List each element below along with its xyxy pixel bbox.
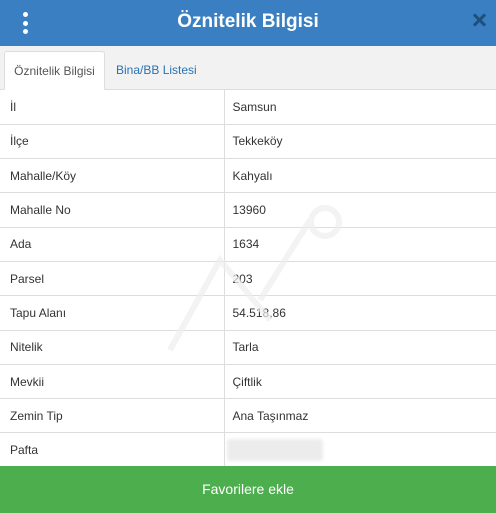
add-to-favorites-button[interactable]: Favorilere ekle xyxy=(0,466,496,513)
attribute-value: Tarla xyxy=(232,340,259,355)
tab-oznitelik-bilgisi[interactable]: Öznitelik Bilgisi xyxy=(4,51,105,90)
table-row: Pafta xyxy=(0,432,496,468)
redacted-value-blur xyxy=(226,439,323,462)
attribute-key: Parsel xyxy=(0,261,225,296)
attribute-value: Kahyalı xyxy=(232,168,273,183)
attribute-key: Nitelik xyxy=(0,330,225,365)
table-row: Mahalle/Köy Kahyalı xyxy=(0,158,496,193)
page-title: Öznitelik Bilgisi xyxy=(177,11,319,32)
attribute-key: Mevkii xyxy=(0,364,225,399)
table-row: Mahalle No 13960 xyxy=(0,192,496,228)
tab-bar: Öznitelik Bilgisi Bina/BB Listesi xyxy=(0,46,496,90)
attribute-key: İl xyxy=(0,90,225,125)
attribute-key: Mahalle No xyxy=(0,192,225,228)
table-row: Zemin Tip Ana Taşınmaz xyxy=(0,398,496,433)
attribute-value: 13960 xyxy=(232,203,266,218)
table-row: Parsel 203 xyxy=(0,261,496,296)
attribute-key: Mahalle/Köy xyxy=(0,158,225,193)
attribute-value: 1634 xyxy=(232,237,260,252)
table-row: İl Samsun xyxy=(0,90,496,125)
attribute-value: Tekkeköy xyxy=(232,134,283,149)
attribute-value: Çiftlik xyxy=(232,374,262,389)
attribute-value: 203 xyxy=(232,271,253,286)
attribute-value-redacted xyxy=(224,433,496,467)
header-bar: Öznitelik Bilgisi xyxy=(0,0,496,46)
attribute-value: 54.518,86 xyxy=(232,305,286,320)
attribute-key: Ada xyxy=(0,227,225,262)
table-row: Tapu Alanı 54.518,86 xyxy=(0,295,496,331)
table-row: Nitelik Tarla xyxy=(0,330,496,365)
table-row: Mevkii Çiftlik xyxy=(0,364,496,399)
attribute-key: Zemin Tip xyxy=(0,398,225,433)
attribute-key: Pafta xyxy=(0,432,225,468)
attribute-value: Samsun xyxy=(232,99,277,114)
attribute-key: Tapu Alanı xyxy=(0,295,225,331)
attribute-table: İl Samsun İlçe Tekkeköy Mahalle/Köy Kahy… xyxy=(0,90,496,468)
attribute-value: Ana Taşınmaz xyxy=(232,408,309,423)
table-row: İlçe Tekkeköy xyxy=(0,124,496,159)
table-row: Ada 1634 xyxy=(0,227,496,262)
attribute-key: İlçe xyxy=(0,124,225,159)
close-icon[interactable] xyxy=(472,13,486,27)
tab-bina-bb-listesi[interactable]: Bina/BB Listesi xyxy=(108,51,205,90)
